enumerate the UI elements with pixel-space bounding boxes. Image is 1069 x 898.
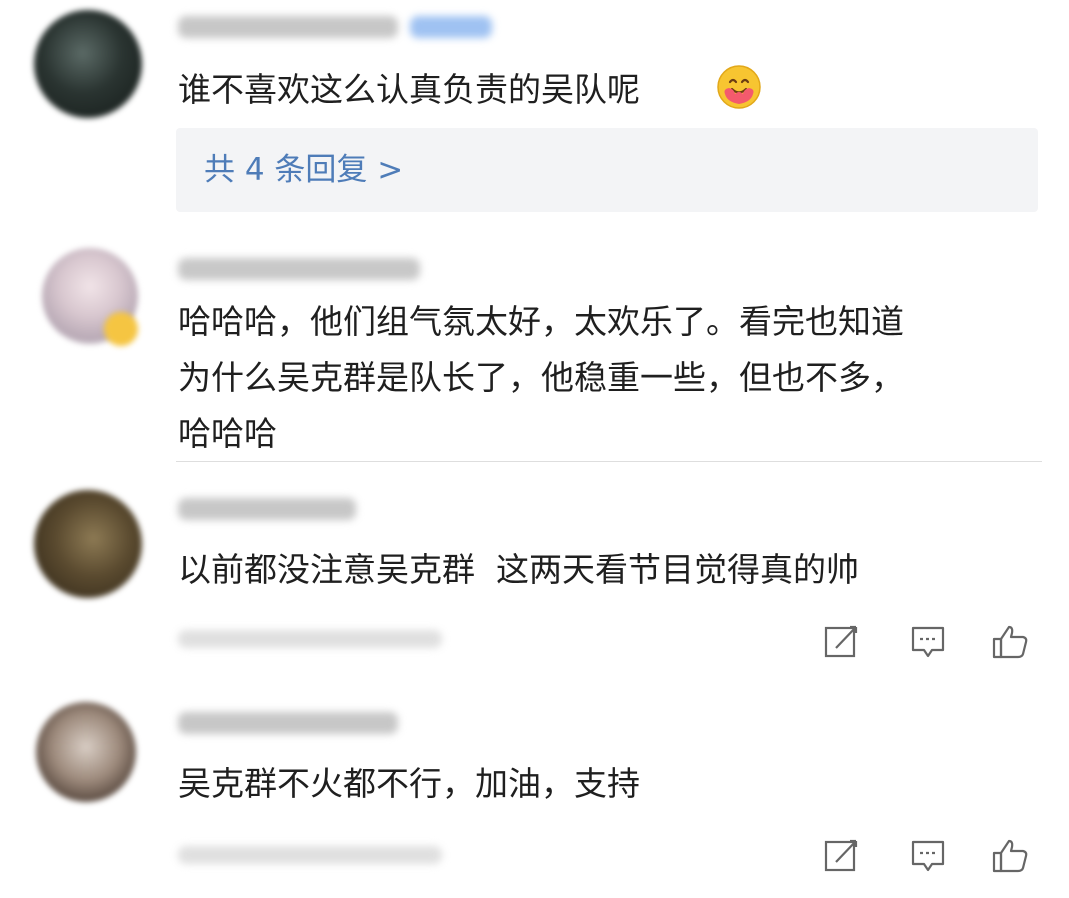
username[interactable]: [178, 258, 420, 280]
avatar[interactable]: [34, 490, 142, 598]
divider: [176, 461, 1042, 462]
avatar[interactable]: [36, 702, 136, 802]
timestamp: [178, 630, 442, 648]
username[interactable]: [178, 712, 398, 734]
hugging-face-emoji: [717, 65, 761, 109]
vip-badge-icon: [104, 312, 138, 346]
comment-text: 以前都没注意吴克群 这两天看节目觉得真的帅: [178, 550, 859, 589]
share-icon[interactable]: [822, 836, 862, 876]
share-icon[interactable]: [822, 622, 862, 662]
like-icon[interactable]: [990, 836, 1030, 876]
comment-line-3: 哈哈哈: [178, 414, 277, 453]
user-badge: [410, 16, 492, 38]
avatar[interactable]: [34, 10, 142, 118]
comment-line-2: 为什么吴克群是队长了，他稳重一些，但也不多，: [178, 358, 904, 397]
comment-icon[interactable]: [908, 836, 948, 876]
username[interactable]: [178, 16, 398, 38]
comment-icon[interactable]: [908, 622, 948, 662]
timestamp: [178, 846, 442, 864]
comment-text: 谁不喜欢这么认真负责的吴队呢: [178, 70, 640, 109]
comment-text: 吴克群不火都不行，加油，支持: [178, 764, 640, 803]
comment-line-1: 哈哈哈，他们组气氛太好，太欢乐了。看完也知道: [178, 302, 904, 341]
replies-panel[interactable]: 共 4 条回复 >: [176, 128, 1038, 212]
view-replies-link[interactable]: 共 4 条回复 >: [204, 148, 403, 192]
like-icon[interactable]: [990, 622, 1030, 662]
username[interactable]: [178, 498, 356, 520]
